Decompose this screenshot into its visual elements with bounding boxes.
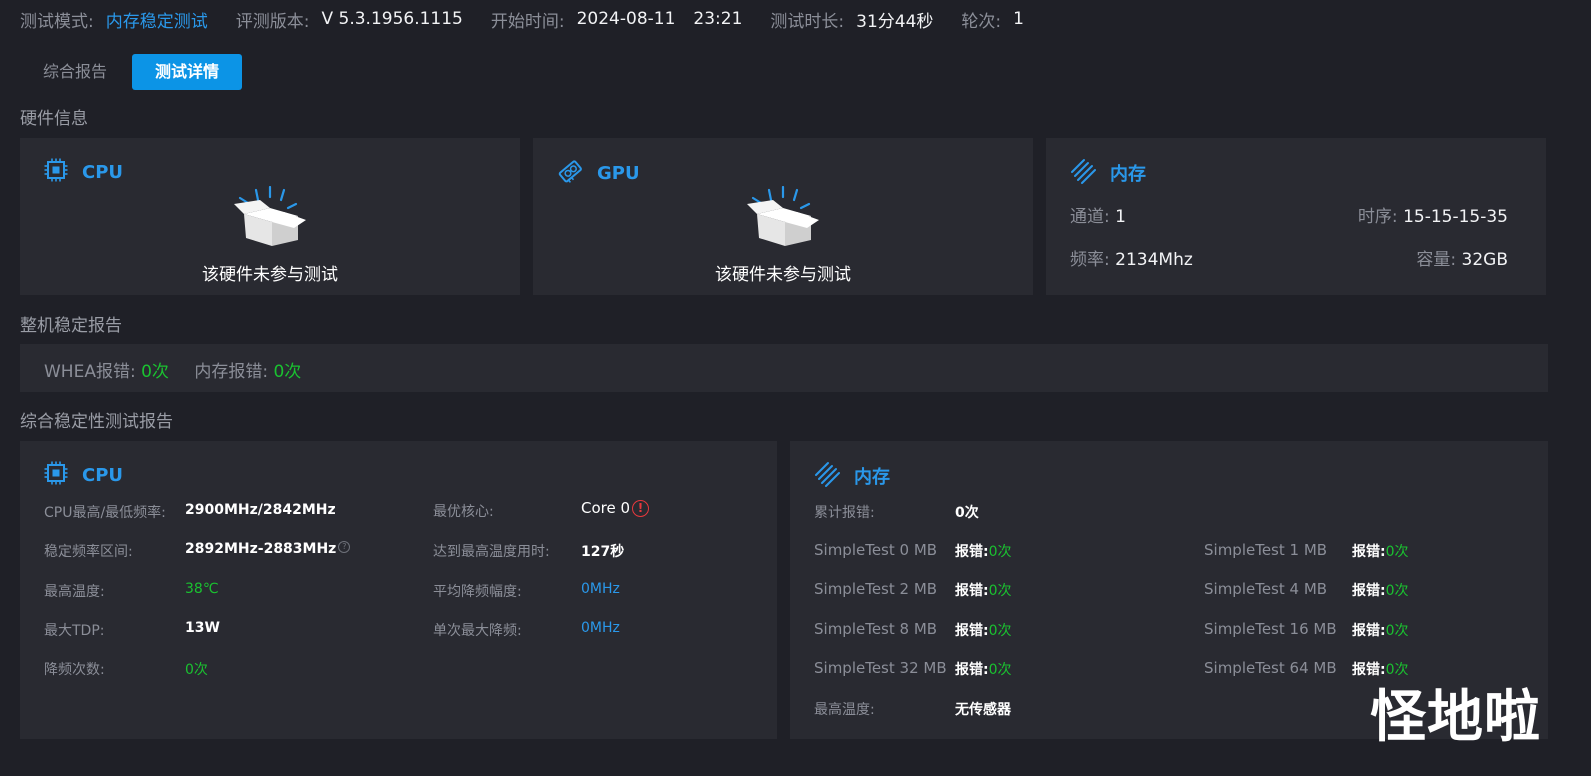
test-name: SimpleTest 8 MB [814, 620, 938, 638]
cpu-chip-icon [44, 461, 68, 489]
capacity-label: 容量: [1416, 250, 1457, 270]
channel-label: 通道: [1070, 207, 1110, 227]
hardware-section-title: 硬件信息 [20, 109, 88, 129]
memory-error-value: 0次 [273, 362, 302, 382]
error-label: 报错: [955, 662, 989, 678]
round-value: 1 [1013, 9, 1024, 29]
version-value: V 5.3.1956.1115 [321, 9, 463, 29]
memory-icon [814, 461, 840, 491]
round-label: 轮次: [961, 11, 1002, 32]
error-value: 0次 [988, 623, 1012, 639]
avg-throttle-label: 平均降频幅度: [433, 584, 522, 600]
comprehensive-memory-title: 内存 [854, 467, 890, 488]
whea-error-value: 0次 [141, 362, 169, 382]
error-value: 0次 [1385, 544, 1409, 560]
duration-label: 测试时长: [770, 11, 845, 32]
stability-bar: WHEA报错: 0次 内存报错: 0次 [20, 344, 1548, 392]
cpu-not-tested-text: 该硬件未参与测试 [202, 265, 338, 285]
gpu-card-title: GPU [597, 162, 640, 184]
empty-box-icon [232, 185, 308, 254]
test-info-bar: 测试模式: 内存稳定测试 评测版本: V 5.3.1956.1115 开始时间:… [20, 7, 1024, 32]
max-tdp-value: 13W [185, 620, 220, 636]
mode-label: 测试模式: [20, 11, 94, 32]
error-value: 0次 [1385, 623, 1409, 639]
error-label: 报错: [1352, 583, 1386, 599]
timing-label: 时序: [1357, 207, 1398, 227]
mode-value[interactable]: 内存稳定测试 [106, 7, 208, 32]
test-name: SimpleTest 64 MB [1204, 659, 1337, 677]
hardware-cpu-card: CPU 该硬件未参与测试 [20, 138, 520, 295]
stability-section-title: 整机稳定报告 [20, 316, 122, 336]
memory-icon [1070, 158, 1096, 188]
warning-icon[interactable]: ! [632, 500, 650, 517]
stable-range-value: 2892MHz-2883MHz [185, 541, 337, 557]
duration-value: 31分44秒 [856, 11, 934, 32]
start-time-value: 23:21 [693, 9, 743, 29]
comprehensive-section-title: 综合稳定性测试报告 [20, 412, 173, 432]
error-value: 0次 [988, 544, 1012, 560]
test-name: SimpleTest 2 MB [814, 580, 938, 598]
error-value: 0次 [1385, 583, 1409, 599]
timing-value: 15-15-15-35 [1403, 207, 1508, 227]
memory-card-title: 内存 [1110, 164, 1146, 185]
error-label: 报错: [1352, 623, 1386, 639]
error-label: 报错: [1352, 544, 1386, 560]
memory-error-label: 内存报错: [194, 362, 269, 382]
cpu-card-title: CPU [82, 161, 124, 183]
avg-throttle-value: 0MHz [581, 581, 620, 597]
gpu-icon [557, 158, 583, 188]
frequency-label: 频率: [1070, 250, 1110, 270]
total-errors-value: 0次 [955, 505, 979, 521]
best-core-value: Core 0 [581, 499, 631, 517]
start-time-label: 开始时间: [490, 11, 565, 32]
max-min-freq-label: CPU最高/最低频率: [44, 505, 166, 521]
error-value: 0次 [988, 583, 1012, 599]
hardware-gpu-card: GPU 该硬件未参与测试 [533, 138, 1033, 295]
empty-box-icon [745, 185, 821, 254]
max-tdp-label: 最大TDP: [44, 623, 105, 639]
gpu-not-tested-text: 该硬件未参与测试 [715, 265, 851, 285]
max-temp-label: 最高温度: [44, 584, 105, 600]
whea-error-label: WHEA报错: [44, 362, 136, 382]
error-label: 报错: [955, 544, 989, 560]
test-name: SimpleTest 4 MB [1204, 580, 1328, 598]
test-name: SimpleTest 32 MB [814, 659, 947, 677]
error-label: 报错: [955, 623, 989, 639]
watermark-text: 怪地啦 [1370, 685, 1541, 750]
best-core-label: 最优核心: [433, 504, 494, 520]
time-to-max-temp-label: 达到最高温度用时: [433, 544, 550, 560]
channel-value: 1 [1115, 207, 1126, 227]
tab-summary-report[interactable]: 综合报告 [20, 54, 130, 90]
test-name: SimpleTest 16 MB [1204, 620, 1337, 638]
throttle-count-value: 0次 [185, 662, 208, 678]
time-to-max-temp-value: 127秒 [581, 544, 625, 560]
capacity-value: 32GB [1461, 250, 1508, 270]
hardware-memory-card: 内存 通道: 1 时序: 15-15-15-35 频率: 2134Mhz 容量:… [1046, 138, 1546, 295]
memory-max-temp-value: 无传感器 [955, 702, 1011, 718]
single-max-throttle-value: 0MHz [581, 620, 620, 636]
help-icon[interactable]: ? [338, 541, 351, 553]
error-label: 报错: [955, 583, 989, 599]
total-errors-label: 累计报错: [814, 505, 875, 521]
max-temp-value: 38℃ [185, 581, 219, 597]
test-name: SimpleTest 1 MB [1204, 541, 1328, 559]
memory-max-temp-label: 最高温度: [814, 702, 875, 718]
comprehensive-cpu-card: CPU CPU最高/最低频率: 2900MHz/2842MHz 稳定频率区间: … [20, 441, 777, 739]
version-label: 评测版本: [235, 11, 310, 32]
throttle-count-label: 降频次数: [44, 662, 105, 678]
stable-range-label: 稳定频率区间: [44, 544, 133, 560]
test-name: SimpleTest 0 MB [814, 541, 938, 559]
cpu-chip-icon [44, 158, 68, 186]
error-value: 0次 [988, 662, 1012, 678]
single-max-throttle-label: 单次最大降频: [433, 623, 522, 639]
max-min-freq-value: 2900MHz/2842MHz [185, 502, 336, 518]
start-date-value: 2024-08-11 [576, 9, 676, 29]
tab-test-details[interactable]: 测试详情 [132, 54, 242, 90]
frequency-value: 2134Mhz [1115, 250, 1193, 270]
comprehensive-cpu-title: CPU [82, 464, 124, 486]
